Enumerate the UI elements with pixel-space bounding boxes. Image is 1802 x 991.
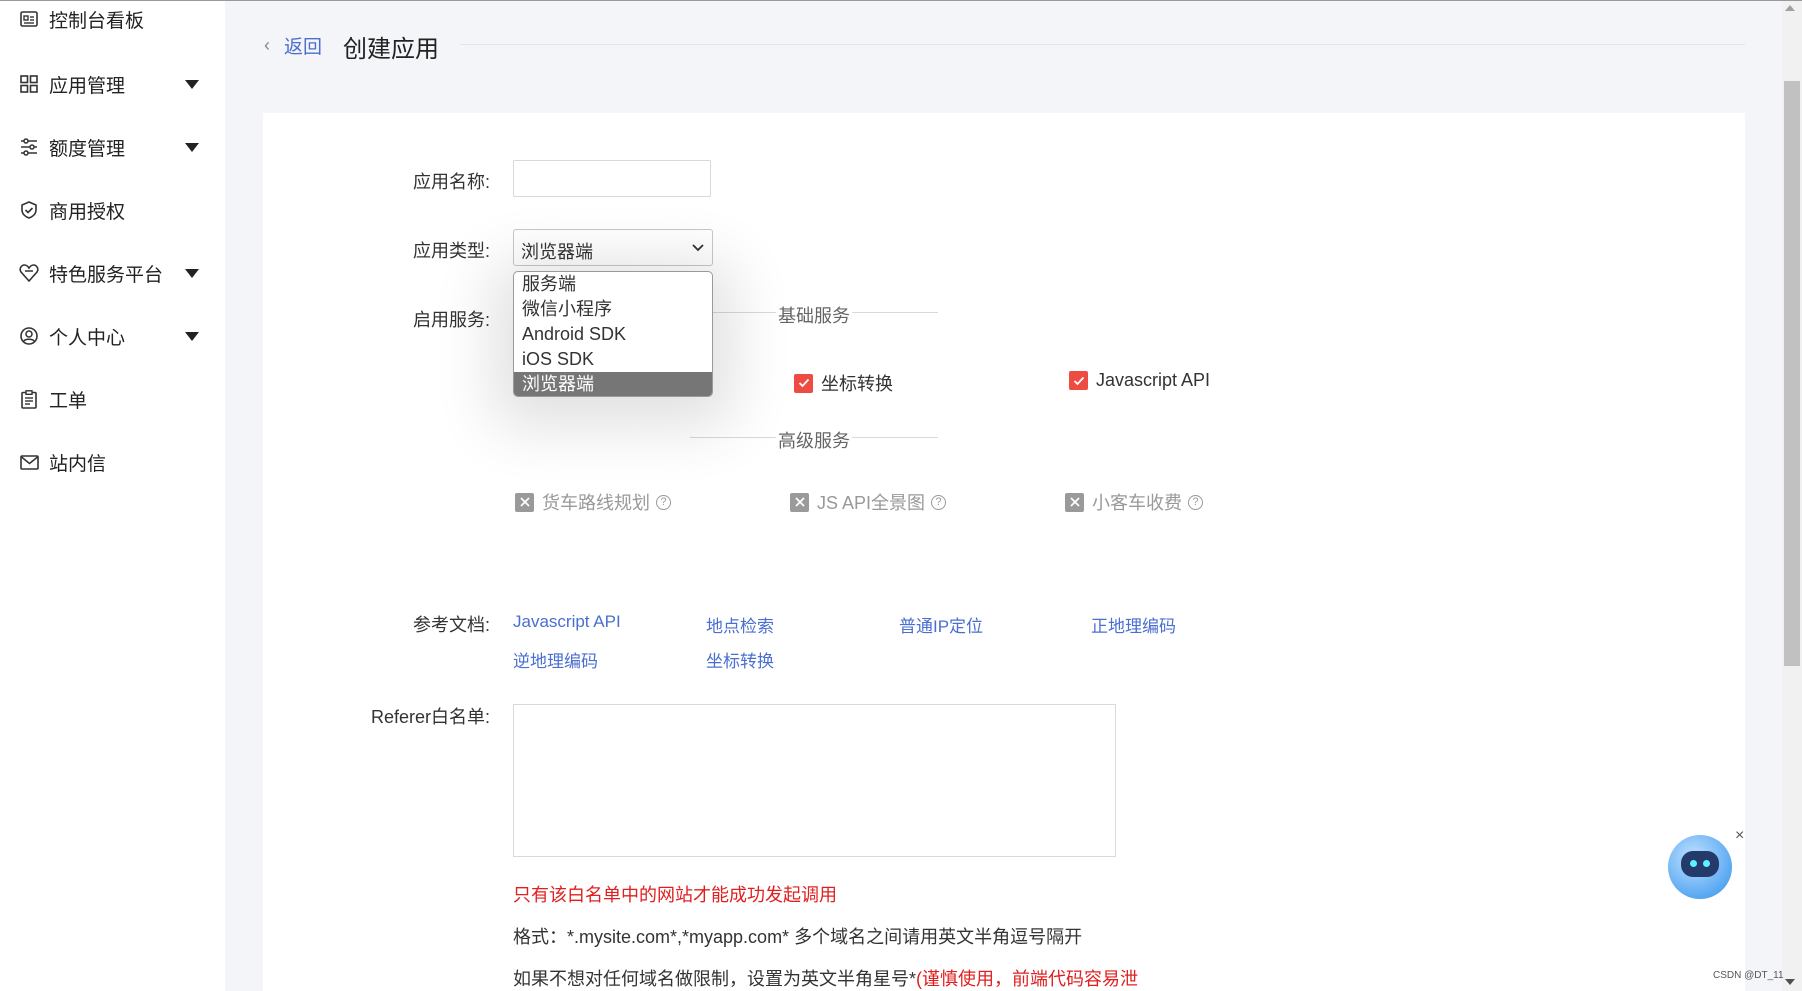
scroll-down-arrow-icon[interactable] (1785, 979, 1795, 985)
service-car-toll[interactable]: 小客车收费 ? (1065, 489, 1203, 515)
advanced-services-title: 高级服务 (776, 427, 852, 453)
doc-link-ip-location[interactable]: 普通IP定位 (899, 612, 983, 637)
app-type-option-server[interactable]: 服务端 (514, 272, 712, 297)
whitelist-format-note: 格式：*.mysite.com*,*myapp.com* 多个域名之间请用英文半… (513, 927, 1083, 947)
robot-assistant-icon[interactable] (1668, 835, 1732, 899)
sidebar-item-work-order[interactable]: 工单 (0, 379, 225, 419)
referer-whitelist-textarea[interactable] (513, 704, 1116, 857)
sidebar-item-label: 商用授权 (49, 201, 126, 223)
service-javascript-api[interactable]: Javascript API (1069, 370, 1210, 391)
caret-down-icon (185, 331, 199, 341)
caret-down-icon (185, 79, 199, 89)
caret-down-icon (185, 142, 199, 152)
title-divider (460, 44, 1745, 45)
service-coordinate-conversion[interactable]: 坐标转换 (794, 370, 893, 396)
referer-label: Referer白名单: (370, 707, 490, 727)
whitelist-warning-note: 只有该白名单中的网站才能成功发起调用 (513, 885, 837, 905)
sidebar: 控制台看板 应用管理 额度管理 商用授权 特色服务平台 个人中心 工单 站内信 (0, 1, 225, 991)
doc-link-javascript-api[interactable]: Javascript API (513, 612, 621, 632)
sidebar-item-personal-center[interactable]: 个人中心 (0, 316, 225, 356)
sidebar-item-featured-services[interactable]: 特色服务平台 (0, 253, 225, 293)
app-type-label: 应用类型: (412, 241, 490, 261)
shield-check-icon (19, 200, 39, 220)
sidebar-item-label: 站内信 (49, 453, 107, 475)
dashboard-card-icon (19, 9, 39, 29)
robot-face (1681, 851, 1719, 877)
nolimit-warning-text: (谨慎使用，前端代码容易泄 (916, 969, 1139, 989)
service-label: JS API全景图 (817, 493, 926, 513)
app-type-option-wechat-miniprogram[interactable]: 微信小程序 (514, 297, 712, 322)
doc-link-place-search[interactable]: 地点检索 (706, 612, 774, 637)
doc-link-geocoding[interactable]: 正地理编码 (1091, 612, 1176, 637)
watermark: CSDN @DT_11 (1713, 970, 1784, 981)
scroll-up-arrow-icon[interactable] (1785, 5, 1795, 11)
services-label: 启用服务: (412, 310, 490, 330)
checkbox-disabled-icon (515, 492, 534, 512)
checkbox-checked-icon[interactable] (1069, 371, 1088, 390)
sidebar-item-messages[interactable]: 站内信 (0, 442, 225, 482)
nolimit-text: 如果不想对任何域名做限制，设置为英文半角星号* (513, 969, 917, 989)
doc-link-reverse-geocoding[interactable]: 逆地理编码 (513, 647, 598, 672)
app-name-input[interactable] (513, 160, 711, 197)
help-icon[interactable]: ? (656, 494, 671, 510)
app-name-label: 应用名称: (412, 172, 490, 192)
scrollbar-thumb[interactable] (1784, 81, 1800, 666)
sidebar-item-app-management[interactable]: 应用管理 (0, 64, 225, 104)
service-label: 货车路线规划 (542, 493, 650, 513)
clipboard-icon (19, 389, 39, 409)
app-type-option-android-sdk[interactable]: Android SDK (514, 322, 712, 347)
app-type-option-browser[interactable]: 浏览器端 (514, 372, 712, 396)
page-title: 创建应用 (343, 36, 439, 63)
sidebar-item-quota-management[interactable]: 额度管理 (0, 127, 225, 167)
sidebar-item-label: 个人中心 (49, 327, 126, 349)
heart-shield-icon (19, 263, 39, 283)
checkbox-checked-icon[interactable] (794, 373, 813, 393)
back-link[interactable]: 返回 (284, 32, 322, 59)
robot-eye (1690, 860, 1697, 867)
chevron-down-icon (692, 239, 704, 255)
service-truck-route-planning[interactable]: 货车路线规划 ? (515, 489, 671, 515)
robot-eye (1703, 860, 1710, 867)
checkbox-disabled-icon (1065, 492, 1084, 512)
help-icon[interactable]: ? (931, 494, 947, 510)
sidebar-item-label: 工单 (49, 390, 88, 412)
user-circle-icon (19, 326, 39, 346)
caret-down-icon (185, 268, 199, 278)
app-type-option-ios-sdk[interactable]: iOS SDK (514, 347, 712, 372)
doc-link-coordinate-conversion[interactable]: 坐标转换 (706, 647, 774, 672)
whitelist-nolimit-note: 如果不想对任何域名做限制，设置为英文半角星号*(谨慎使用，前端代码容易泄 (513, 965, 1138, 991)
app-type-selected-value: 浏览器端 (521, 242, 593, 262)
mail-icon (19, 452, 39, 472)
sliders-icon (19, 137, 39, 157)
grid-apps-icon (19, 74, 39, 94)
sidebar-item-dashboard[interactable]: 控制台看板 (0, 0, 225, 39)
service-jsapi-panorama[interactable]: JS API全景图 ? (790, 489, 947, 515)
chevron-left-icon[interactable]: ‹ (264, 35, 270, 56)
help-icon[interactable]: ? (1188, 494, 1203, 510)
close-icon[interactable]: × (1735, 827, 1744, 845)
docs-label: 参考文档: (412, 615, 490, 635)
service-label: 小客车收费 (1092, 493, 1182, 513)
sidebar-item-commercial-license[interactable]: 商用授权 (0, 190, 225, 230)
service-label: Javascript API (1096, 370, 1211, 390)
app-type-dropdown-list: 服务端 微信小程序 Android SDK iOS SDK 浏览器端 (513, 271, 713, 397)
sidebar-item-label: 额度管理 (49, 138, 126, 160)
app-type-select[interactable]: 浏览器端 (513, 229, 713, 266)
service-label: 坐标转换 (821, 374, 893, 394)
sidebar-item-label: 特色服务平台 (49, 264, 164, 286)
sidebar-item-label: 控制台看板 (49, 10, 145, 32)
basic-services-title: 基础服务 (776, 302, 852, 328)
sidebar-item-label: 应用管理 (49, 75, 126, 97)
checkbox-disabled-icon (790, 492, 809, 512)
